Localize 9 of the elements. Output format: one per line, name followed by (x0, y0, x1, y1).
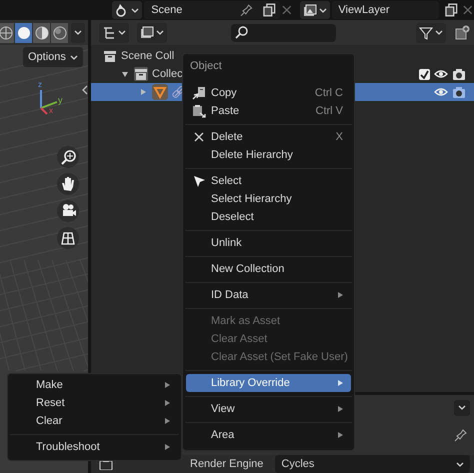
render-engine-label: Render Engine (190, 456, 264, 472)
menu-item: Mark as Asset (210, 314, 282, 329)
menu-title: Object (189, 58, 223, 74)
shortcut-label: X (336, 130, 343, 145)
menu-item: Clear Asset (Set Fake User) (210, 350, 349, 365)
shortcut-label: Ctrl C (314, 86, 343, 101)
shortcut-label: Ctrl V (316, 104, 343, 119)
menu-item: Clear Asset (210, 332, 268, 347)
axis-gizmo-drawing: z y x (37, 82, 64, 116)
